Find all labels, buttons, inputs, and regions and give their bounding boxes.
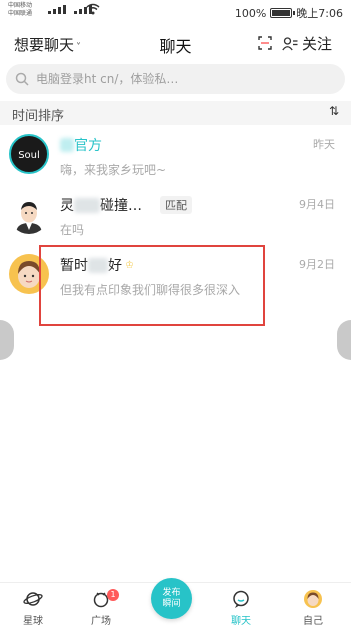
tab-me[interactable]: 自己 [288, 589, 338, 627]
square-icon: 1 [76, 589, 126, 609]
right-edge-handle[interactable] [337, 320, 351, 360]
soul-avatar: Soul [9, 134, 49, 174]
follow-user-icon [282, 36, 298, 50]
svg-text:Soul: Soul [18, 150, 40, 161]
follow-button[interactable]: 关注 [282, 33, 332, 54]
chat-row-official[interactable]: Soul 官方 嗨，来我家乡玩吧~ 昨天 [0, 126, 351, 188]
notification-badge: 1 [107, 589, 119, 601]
status-right: 100% 晚上7:06 [235, 5, 343, 21]
header: 想要聊天 ˅ 聊天 关注 [0, 28, 351, 58]
tab-label: 广场 [91, 616, 111, 627]
planet-icon [8, 589, 58, 609]
chat-time: 9月2日 [299, 258, 335, 271]
search-placeholder: 电脑登录ht cn/，体验私… [36, 72, 179, 86]
sort-label: 时间排序 [12, 109, 65, 124]
tab-label: 聊天 [231, 616, 251, 627]
clock: 晚上7:06 [296, 7, 343, 20]
wifi-icon [86, 3, 100, 18]
chat-icon [216, 589, 266, 609]
publish-line-1: 发布 [162, 587, 181, 598]
follow-label: 关注 [302, 35, 333, 53]
carrier-1: 中国移动 [8, 2, 33, 9]
sort-bar: 时间排序 ⇅ [0, 101, 351, 125]
publish-moment-button[interactable]: 发布 瞬间 [151, 578, 192, 619]
tab-label: 自己 [303, 616, 323, 627]
left-edge-handle[interactable] [0, 320, 14, 360]
status-bar: 中国移动 中国联通 100% 晚上7:06 [0, 0, 351, 26]
search-icon [15, 72, 29, 86]
chat-time: 9月4日 [299, 198, 335, 211]
publish-line-2: 瞬间 [162, 598, 181, 609]
chat-time: 昨天 [313, 138, 335, 151]
carrier-names: 中国移动 中国联通 [8, 2, 32, 18]
tab-label: 星球 [23, 616, 43, 627]
scan-icon[interactable] [258, 35, 272, 50]
chat-preview: 在吗 [60, 223, 85, 237]
highlight-box [39, 245, 265, 326]
tab-planet[interactable]: 星球 [8, 589, 58, 627]
chat-preview: 嗨，来我家乡玩吧~ [60, 163, 167, 177]
carrier-2: 中国联通 [8, 10, 33, 17]
tab-chat[interactable]: 聊天 [216, 589, 266, 627]
sort-icon[interactable]: ⇅ [329, 104, 339, 118]
battery-percent: 100% [234, 6, 267, 20]
match-tag: 匹配 [160, 196, 192, 214]
battery-icon [270, 8, 296, 18]
avatar-icon [288, 589, 338, 609]
chat-row-match[interactable]: 灵碰撞… 匹配 在吗 9月4日 [0, 186, 351, 248]
tab-square[interactable]: 1 广场 [76, 589, 126, 627]
search-bar[interactable]: 电脑登录ht cn/，体验私… [6, 64, 345, 94]
chat-name: 官方 [60, 135, 102, 155]
chat-name: 灵碰撞… 匹配 [60, 195, 192, 215]
user-avatar [9, 194, 49, 234]
